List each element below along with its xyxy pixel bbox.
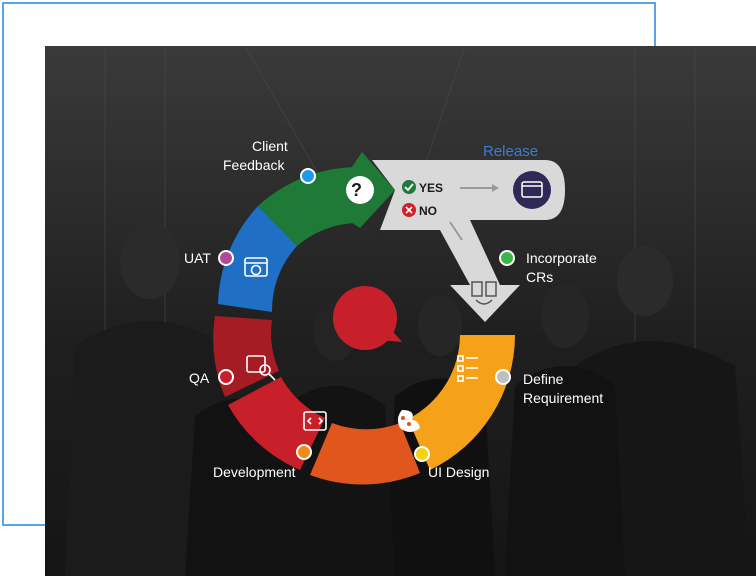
check-icon	[402, 180, 416, 194]
segment-ui-design	[310, 423, 420, 485]
incorporate-crs-label-2: CRs	[526, 269, 554, 285]
chat-bubble-icon	[333, 286, 402, 350]
cycle-diagram	[213, 152, 565, 485]
dot-ui-design	[414, 446, 430, 462]
dot-client-feedback	[300, 168, 316, 184]
ui-design-label: UI Design	[428, 464, 490, 480]
dot-define-requirement	[495, 369, 511, 385]
no-label: NO	[419, 204, 437, 218]
define-requirement-label-2: Requirement	[523, 390, 604, 406]
yes-label: YES	[419, 181, 444, 195]
development-label: Development	[213, 464, 296, 480]
incorporate-crs-label-1: Incorporate	[526, 250, 597, 266]
release-window-icon	[513, 171, 551, 209]
qa-label: QA	[189, 370, 210, 386]
client-feedback-label-1: Client	[252, 138, 288, 154]
define-requirement-label-1: Define	[523, 371, 564, 387]
release-label: Release	[483, 143, 539, 160]
dot-qa	[218, 369, 234, 385]
uat-label: UAT	[184, 250, 211, 266]
dot-development	[296, 444, 312, 460]
dot-incorporate-crs	[499, 250, 515, 266]
question-mark-text: ?	[351, 180, 362, 200]
client-feedback-label-2: Feedback	[223, 157, 285, 173]
dot-uat	[218, 250, 234, 266]
